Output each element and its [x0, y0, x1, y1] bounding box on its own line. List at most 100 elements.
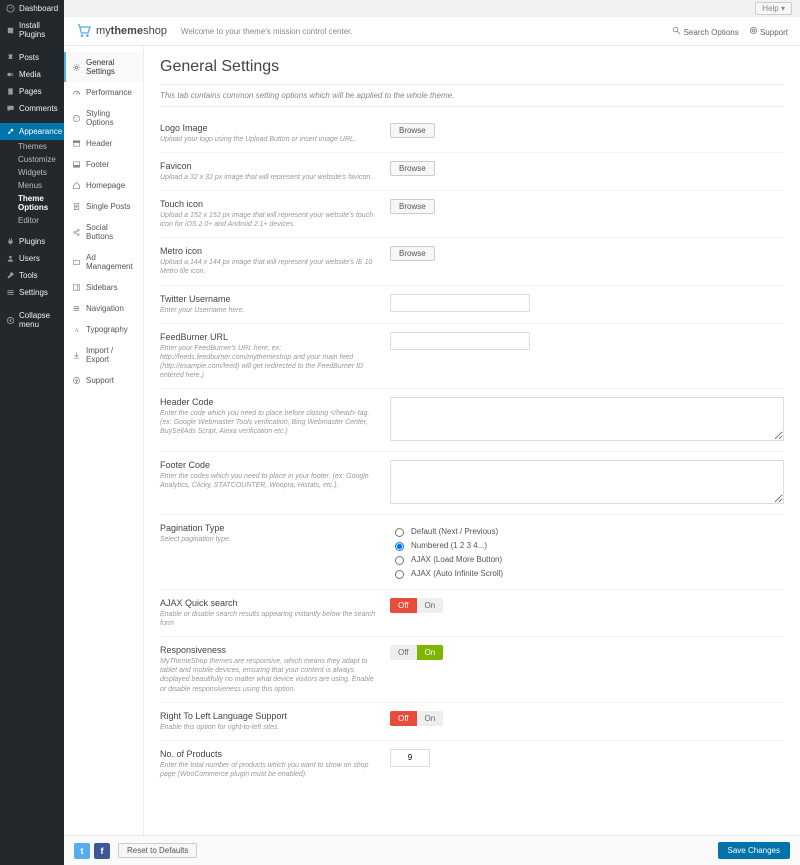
submenu-menus[interactable]: Menus: [12, 179, 64, 192]
pagination-desc: Select pagination type.: [160, 535, 378, 544]
touch-desc: Upload a 152 x 152 px image that will re…: [160, 211, 378, 229]
opt-general[interactable]: General Settings: [64, 52, 143, 82]
favicon-browse-button[interactable]: Browse: [390, 161, 435, 176]
rtl-toggle[interactable]: OffOn: [390, 711, 443, 726]
dashboard-icon: [6, 4, 15, 13]
rtl-desc: Enable this option for right-to-left sit…: [160, 723, 378, 732]
user-icon: [6, 254, 15, 263]
ajax-search-label: AJAX Quick search: [160, 598, 378, 608]
facebook-icon[interactable]: f: [94, 843, 110, 859]
wp-admin-sidebar: Dashboard Install Plugins Posts Media Pa…: [0, 0, 64, 865]
plug-icon: [6, 237, 15, 246]
share-icon: [72, 228, 81, 237]
options-sidebar: General Settings Performance Styling Opt…: [64, 46, 144, 835]
support-link[interactable]: Support: [749, 26, 788, 37]
pagination-numbered[interactable]: Numbered (1 2 3 4...): [390, 539, 784, 551]
opt-header[interactable]: Header: [64, 133, 143, 154]
appearance-submenu: Themes Customize Widgets Menus Theme Opt…: [0, 140, 64, 227]
metro-label: Metro icon: [160, 246, 378, 256]
panel-header: mythemeshop Welcome to your theme's miss…: [64, 17, 800, 46]
svg-text:A: A: [74, 327, 79, 334]
products-input[interactable]: [390, 749, 430, 767]
menu-collapse[interactable]: Collapse menu: [0, 307, 64, 333]
menu-icon: [72, 304, 81, 313]
pin-icon: [6, 53, 15, 62]
search-options-link[interactable]: Search Options: [672, 26, 738, 37]
metro-browse-button[interactable]: Browse: [390, 246, 435, 261]
opt-support[interactable]: ?Support: [64, 370, 143, 391]
logo-browse-button[interactable]: Browse: [390, 123, 435, 138]
twitter-label: Twitter Username: [160, 294, 378, 304]
twitter-input[interactable]: [390, 294, 530, 312]
footer-code-desc: Enter the codes which you need to place …: [160, 472, 378, 490]
submenu-theme-options[interactable]: Theme Options: [12, 192, 64, 214]
type-icon: A: [72, 325, 81, 334]
menu-plugins[interactable]: Plugins: [0, 233, 64, 250]
favicon-desc: Upload a 32 x 32 px image that will repr…: [160, 173, 378, 182]
search-icon: [672, 26, 681, 35]
submenu-themes[interactable]: Themes: [12, 140, 64, 153]
feedburner-input[interactable]: [390, 332, 530, 350]
logo-label: Logo Image: [160, 123, 378, 133]
menu-media[interactable]: Media: [0, 66, 64, 83]
gear-icon: [72, 63, 81, 72]
palette-icon: [72, 114, 81, 123]
opt-import[interactable]: Import / Export: [64, 340, 143, 370]
submenu-editor[interactable]: Editor: [12, 214, 64, 227]
footer-code-label: Footer Code: [160, 460, 378, 470]
opt-footer[interactable]: Footer: [64, 154, 143, 175]
footer-code-textarea[interactable]: [390, 460, 784, 504]
sidebar-icon: [72, 283, 81, 292]
twitter-icon[interactable]: t: [74, 843, 90, 859]
logo-desc: Upload your logo using the Upload Button…: [160, 135, 378, 144]
menu-dashboard[interactable]: Dashboard: [0, 0, 64, 17]
screen-options-bar: Help ▾: [64, 0, 800, 17]
menu-install-plugins[interactable]: Install Plugins: [0, 17, 64, 43]
cart-icon: [76, 23, 92, 39]
submenu-customize[interactable]: Customize: [12, 153, 64, 166]
menu-pages[interactable]: Pages: [0, 83, 64, 100]
touch-label: Touch icon: [160, 199, 378, 209]
ad-icon: [72, 258, 81, 267]
feedburner-label: FeedBurner URL: [160, 332, 378, 342]
opt-typography[interactable]: ATypography: [64, 319, 143, 340]
menu-appearance[interactable]: Appearance▸: [0, 123, 64, 140]
responsive-toggle[interactable]: OffOn: [390, 645, 443, 660]
twitter-desc: Enter your Username here.: [160, 306, 378, 315]
products-desc: Enter the total number of products which…: [160, 761, 378, 779]
opt-single[interactable]: Single Posts: [64, 196, 143, 217]
opt-social[interactable]: Social Buttons: [64, 217, 143, 247]
page-icon: [6, 87, 15, 96]
responsive-label: Responsiveness: [160, 645, 378, 655]
opt-performance[interactable]: Performance: [64, 82, 143, 103]
favicon-label: Favicon: [160, 161, 378, 171]
help-tab[interactable]: Help ▾: [755, 2, 792, 15]
header-code-textarea[interactable]: [390, 397, 784, 441]
media-icon: [6, 70, 15, 79]
opt-ad[interactable]: Ad Management: [64, 247, 143, 277]
settings-content: General Settings This tab contains commo…: [144, 46, 800, 835]
menu-users[interactable]: Users: [0, 250, 64, 267]
plugin-icon: [6, 26, 15, 35]
menu-posts[interactable]: Posts: [0, 49, 64, 66]
brush-icon: [6, 127, 15, 136]
pagination-ajax-infinite[interactable]: AJAX (Auto Infinite Scroll): [390, 567, 784, 579]
import-icon: [72, 351, 81, 360]
opt-styling[interactable]: Styling Options: [64, 103, 143, 133]
tagline: Welcome to your theme's mission control …: [181, 27, 353, 36]
pagination-label: Pagination Type: [160, 523, 378, 533]
save-button[interactable]: Save Changes: [718, 842, 790, 859]
menu-settings[interactable]: Settings: [0, 284, 64, 301]
metro-desc: Upload a 144 x 144 px image that will re…: [160, 258, 378, 276]
pagination-ajax-load[interactable]: AJAX (Load More Button): [390, 553, 784, 565]
reset-button[interactable]: Reset to Defaults: [118, 843, 197, 858]
submenu-widgets[interactable]: Widgets: [12, 166, 64, 179]
opt-sidebars[interactable]: Sidebars: [64, 277, 143, 298]
menu-tools[interactable]: Tools: [0, 267, 64, 284]
menu-comments[interactable]: Comments: [0, 100, 64, 117]
opt-navigation[interactable]: Navigation: [64, 298, 143, 319]
touch-browse-button[interactable]: Browse: [390, 199, 435, 214]
pagination-default[interactable]: Default (Next / Previous): [390, 525, 784, 537]
ajax-search-toggle[interactable]: OffOn: [390, 598, 443, 613]
opt-homepage[interactable]: Homepage: [64, 175, 143, 196]
